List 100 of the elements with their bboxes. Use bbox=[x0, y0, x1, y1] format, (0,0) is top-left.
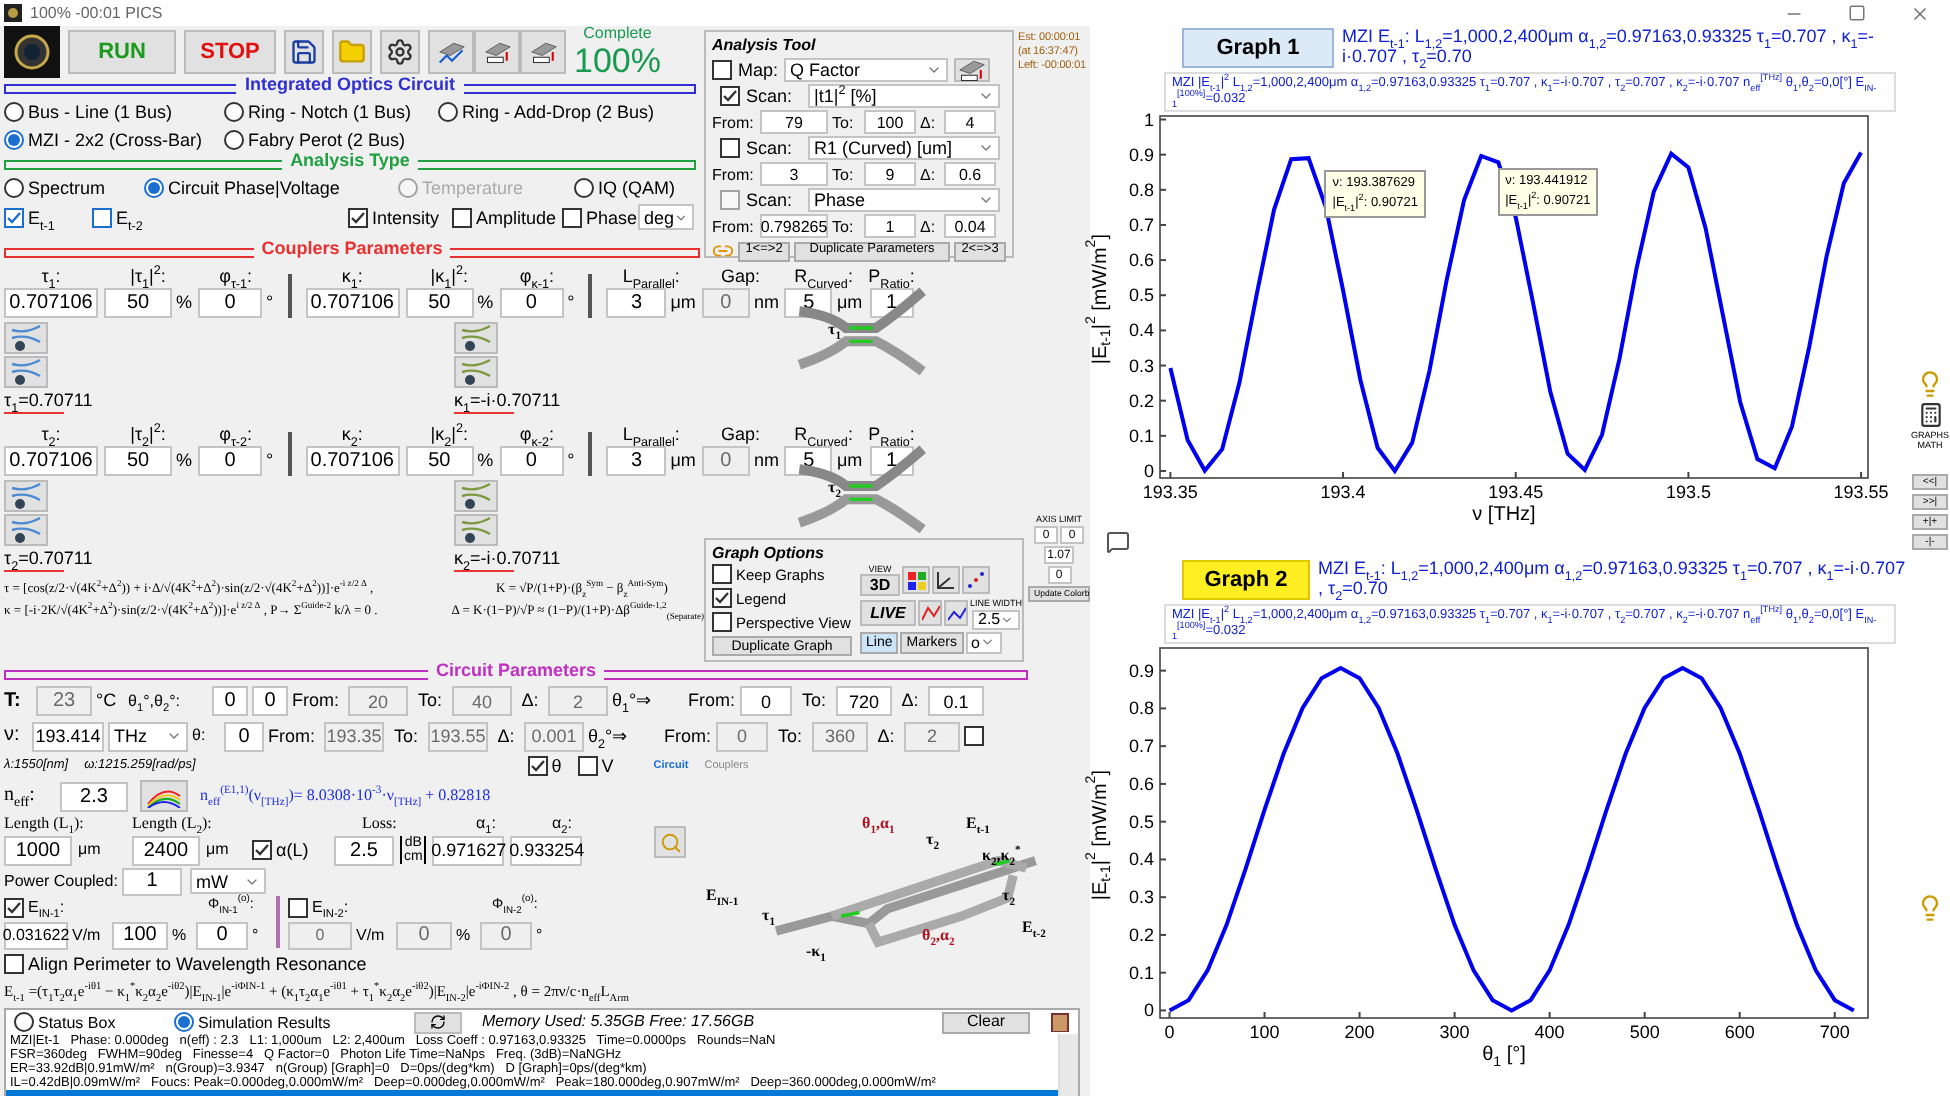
input-field[interactable]: 50 bbox=[405, 446, 474, 476]
checkbox[interactable] bbox=[720, 138, 740, 159]
coupler-button[interactable] bbox=[4, 480, 48, 512]
settings-button[interactable] bbox=[380, 30, 420, 74]
input-field[interactable]: 720 bbox=[836, 686, 892, 716]
input-field[interactable]: 3 bbox=[760, 162, 828, 187]
dropdown[interactable]: R1 (Curved) [um] bbox=[808, 136, 1000, 161]
input-field[interactable]: 1000 bbox=[4, 835, 72, 865]
chart-button[interactable] bbox=[918, 600, 942, 627]
dropdown[interactable]: deg bbox=[638, 204, 694, 230]
stop-button[interactable]: STOP bbox=[184, 30, 276, 74]
axes-button[interactable] bbox=[932, 566, 960, 595]
checkbox[interactable] bbox=[4, 897, 24, 917]
input-field[interactable]: 0 bbox=[499, 446, 564, 476]
scatter-button[interactable] bbox=[962, 566, 990, 595]
checkbox[interactable] bbox=[4, 953, 24, 973]
input-field[interactable]: 3 bbox=[606, 446, 667, 476]
graph-tab[interactable]: Graph 1 bbox=[1182, 28, 1334, 68]
comment-icon[interactable] bbox=[1106, 529, 1130, 554]
dropdown[interactable]: 2.5 bbox=[972, 609, 1020, 630]
input-field[interactable]: 0 bbox=[740, 686, 792, 716]
radio-button[interactable] bbox=[438, 102, 458, 122]
input-field[interactable]: 100 bbox=[864, 110, 916, 135]
input-field[interactable]: 0.6 bbox=[944, 162, 996, 187]
input-field[interactable]: 0 bbox=[499, 288, 564, 318]
lightbulb-icon[interactable] bbox=[1916, 894, 1944, 922]
checkbox[interactable] bbox=[562, 207, 582, 227]
coupler-button[interactable] bbox=[454, 514, 498, 546]
input-field[interactable]: 0.707106 bbox=[4, 288, 98, 318]
graph-tab[interactable]: Graph 2 bbox=[1182, 559, 1310, 600]
radio-button[interactable] bbox=[144, 178, 164, 198]
graph-button[interactable] bbox=[474, 30, 520, 74]
input-field[interactable]: 0.707106 bbox=[305, 446, 400, 476]
checkbox[interactable] bbox=[527, 756, 548, 776]
dispersion-button[interactable] bbox=[140, 780, 188, 812]
save-button[interactable] bbox=[284, 30, 324, 74]
input-field[interactable]: 50 bbox=[104, 288, 172, 318]
checkbox[interactable] bbox=[712, 59, 732, 80]
calculator-icon[interactable] bbox=[1917, 402, 1943, 428]
input-field[interactable]: 193.414 bbox=[32, 721, 104, 751]
clipboard-icon[interactable] bbox=[1050, 1012, 1070, 1032]
input-field[interactable]: 0 bbox=[480, 921, 532, 949]
input-field[interactable]: 2400 bbox=[132, 835, 200, 865]
checkbox[interactable] bbox=[452, 207, 472, 227]
input-field[interactable]: 3 bbox=[606, 288, 667, 318]
radio-button[interactable] bbox=[4, 178, 24, 198]
checkbox[interactable] bbox=[712, 564, 732, 585]
radio-button[interactable] bbox=[4, 102, 24, 122]
coupler-button[interactable] bbox=[454, 322, 498, 354]
coupler-button[interactable] bbox=[454, 356, 498, 388]
input-field[interactable]: 0.707106 bbox=[305, 288, 400, 318]
input-field[interactable]: 9 bbox=[864, 162, 916, 187]
scrollbar[interactable] bbox=[1058, 1034, 1078, 1096]
dropdown[interactable]: |t1|$^{2}$ [%] bbox=[808, 84, 1000, 109]
chart-button[interactable] bbox=[944, 600, 968, 627]
dropdown[interactable]: THz bbox=[108, 721, 188, 751]
input-field[interactable]: 0 bbox=[198, 288, 263, 318]
live-button[interactable]: LIVE bbox=[860, 600, 916, 627]
maximize-icon[interactable] bbox=[1848, 4, 1866, 22]
input-field[interactable]: 0.1 bbox=[928, 686, 984, 716]
graph-button[interactable] bbox=[520, 30, 566, 74]
radio-button[interactable] bbox=[224, 130, 244, 150]
radio-button[interactable] bbox=[574, 178, 594, 198]
input-field[interactable]: 0 bbox=[288, 921, 352, 949]
coupler-button[interactable] bbox=[4, 322, 48, 354]
map-button[interactable] bbox=[954, 57, 991, 82]
input-field[interactable]: 100 bbox=[112, 921, 168, 949]
input-field[interactable]: 2.3 bbox=[60, 781, 128, 811]
checkbox[interactable] bbox=[577, 756, 598, 776]
checkbox[interactable] bbox=[348, 207, 368, 227]
input-field[interactable]: 0.707106 bbox=[4, 446, 98, 476]
input-field[interactable]: 1 bbox=[122, 867, 182, 895]
checkbox[interactable] bbox=[712, 588, 732, 609]
checkbox[interactable] bbox=[252, 840, 272, 860]
view-button[interactable]: 3D bbox=[860, 574, 900, 597]
input-field[interactable]: 0.031622 bbox=[4, 921, 68, 949]
radio-button[interactable] bbox=[4, 130, 24, 150]
input-field[interactable]: 0 bbox=[212, 686, 248, 716]
coupler-button[interactable] bbox=[4, 356, 48, 388]
input-field[interactable]: 0 bbox=[198, 446, 263, 476]
input-field[interactable]: 4 bbox=[944, 110, 996, 135]
coupler-button[interactable] bbox=[454, 480, 498, 512]
dropdown[interactable]: Q Factor bbox=[784, 57, 949, 82]
dropdown[interactable]: mW bbox=[190, 868, 266, 894]
radio-button[interactable] bbox=[174, 1012, 194, 1032]
input-field[interactable]: 50 bbox=[104, 446, 172, 476]
close-icon[interactable] bbox=[1910, 3, 1930, 23]
coupler-button[interactable] bbox=[4, 514, 48, 546]
input-field[interactable]: 0.971627 bbox=[432, 835, 505, 865]
graph-button[interactable] bbox=[428, 30, 474, 74]
input-field[interactable]: 79 bbox=[760, 110, 828, 135]
checkbox[interactable] bbox=[712, 612, 732, 633]
input-field[interactable]: 0 bbox=[252, 686, 288, 716]
colormap-button[interactable] bbox=[902, 566, 930, 595]
refresh-button[interactable] bbox=[414, 1011, 462, 1033]
checkbox[interactable] bbox=[720, 86, 740, 107]
input-field[interactable]: 50 bbox=[405, 288, 474, 318]
input-field[interactable]: 0 bbox=[224, 721, 264, 751]
input-field[interactable]: 0 bbox=[396, 921, 452, 949]
radio-button[interactable] bbox=[14, 1012, 34, 1032]
